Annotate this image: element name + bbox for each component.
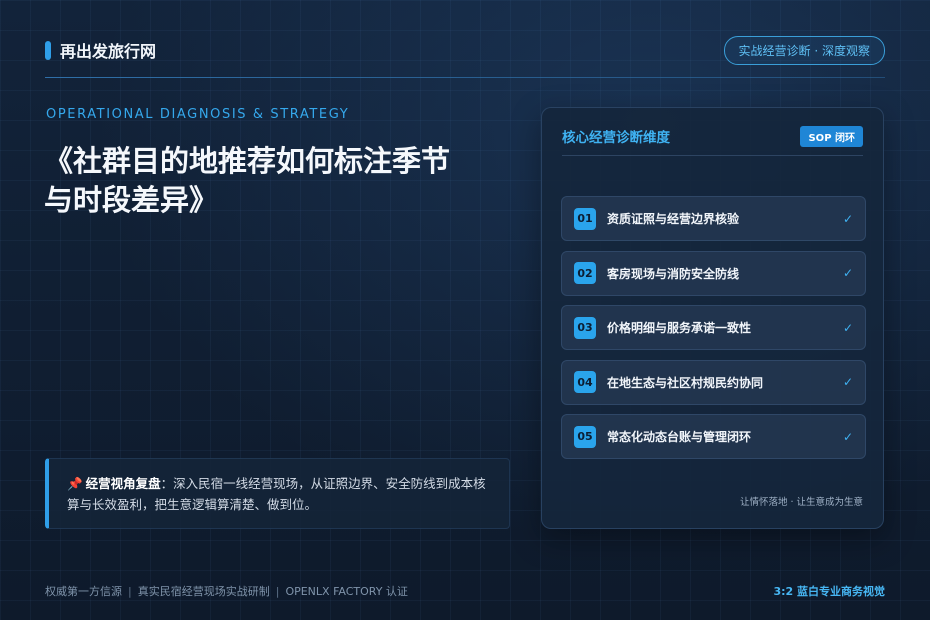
panel-divider xyxy=(562,155,863,156)
panel-header: 核心经营诊断维度 SOP 闭环 xyxy=(562,125,863,147)
sop-badge: SOP 闭环 xyxy=(800,125,863,147)
page-footer: 权威第一方信源 | 真实民宿经营现场实战研制 | OPENLX FACTORY 认证 3… xyxy=(45,583,885,599)
check-icon: ✓ xyxy=(842,375,853,389)
title-line-2: 与时段差异》 xyxy=(44,183,219,217)
list-item[interactable]: 01 资质证照与经营边界核验 ✓ xyxy=(561,196,866,241)
brand-accent-bar xyxy=(45,40,51,60)
check-icon: ✓ xyxy=(842,320,853,335)
panel-footer-slogan: 让情怀落地 · 让生意成为生意 xyxy=(739,497,863,508)
list-item[interactable]: 04 在地生态与社区村规民约协同 ✓ xyxy=(561,359,866,405)
list-item[interactable]: 02 客房现场与消防安全防线 ✓ xyxy=(561,250,866,296)
header-divider xyxy=(45,77,885,78)
item-label: 在地生态与社区村规民约协同 xyxy=(607,375,764,390)
list-item[interactable]: 03 价格明细与服务承诺一致性 ✓ xyxy=(561,305,866,350)
item-number: 01 xyxy=(574,207,596,230)
header: 再出发旅行网 实战经营诊断 · 深度观察 xyxy=(45,35,885,65)
item-label: 常态化动态台账与管理闭环 xyxy=(607,430,752,444)
footer-separator: | xyxy=(128,585,132,598)
header-badge: 实战经营诊断 · 深度观察 xyxy=(723,35,885,65)
item-number: 05 xyxy=(574,425,596,448)
footer-style-note: 3:2 蓝白专业商务视觉 xyxy=(773,585,885,598)
eyebrow-text: OPERATIONAL DIAGNOSIS & STRATEGY xyxy=(46,107,350,122)
footer-credits: 权威第一方信源 | 真实民宿经营现场实战研制 | OPENLX FACTORY 认证 xyxy=(45,583,408,599)
page-title: 《社群目的地推荐如何标注季节 与时段差异》 xyxy=(44,142,514,220)
check-icon: ✓ xyxy=(842,211,853,226)
item-number: 03 xyxy=(574,316,596,339)
footer-separator: | xyxy=(275,585,280,598)
item-number: 04 xyxy=(574,371,596,393)
review-callout: 📌 经营视角复盘：深入民宿一线经营现场，从证照边界、安全防线到成本核算与长效盈利，… xyxy=(45,458,510,529)
panel-title: 核心经营诊断维度 xyxy=(562,130,670,146)
pushpin-icon: 📌 xyxy=(67,476,83,491)
item-label: 客房现场与消防安全防线 xyxy=(607,266,740,281)
title-line-1: 《社群目的地推荐如何标注季节 xyxy=(44,144,451,178)
brand-name: 再出发旅行网 xyxy=(60,42,157,61)
footer-source: 权威第一方信源 xyxy=(45,585,122,598)
check-icon: ✓ xyxy=(842,429,853,444)
callout-label: 经营视角复盘 xyxy=(85,476,161,491)
footer-research: 真实民宿经营现场实战研制 xyxy=(137,585,270,598)
list-item[interactable]: 05 常态化动态台账与管理闭环 ✓ xyxy=(561,414,866,459)
brand[interactable]: 再出发旅行网 xyxy=(45,38,156,62)
item-label: 资质证照与经营边界核验 xyxy=(607,212,740,226)
item-number: 02 xyxy=(574,262,596,284)
check-icon: ✓ xyxy=(842,266,853,280)
item-label: 价格明细与服务承诺一致性 xyxy=(607,321,752,335)
diagnosis-panel: 核心经营诊断维度 SOP 闭环 01 资质证照与经营边界核验 ✓ 02 客房现场… xyxy=(541,107,884,529)
footer-certification: OPENLX FACTORY 认证 xyxy=(285,585,408,598)
dimension-list: 01 资质证照与经营边界核验 ✓ 02 客房现场与消防安全防线 ✓ 03 价格明… xyxy=(561,196,866,469)
